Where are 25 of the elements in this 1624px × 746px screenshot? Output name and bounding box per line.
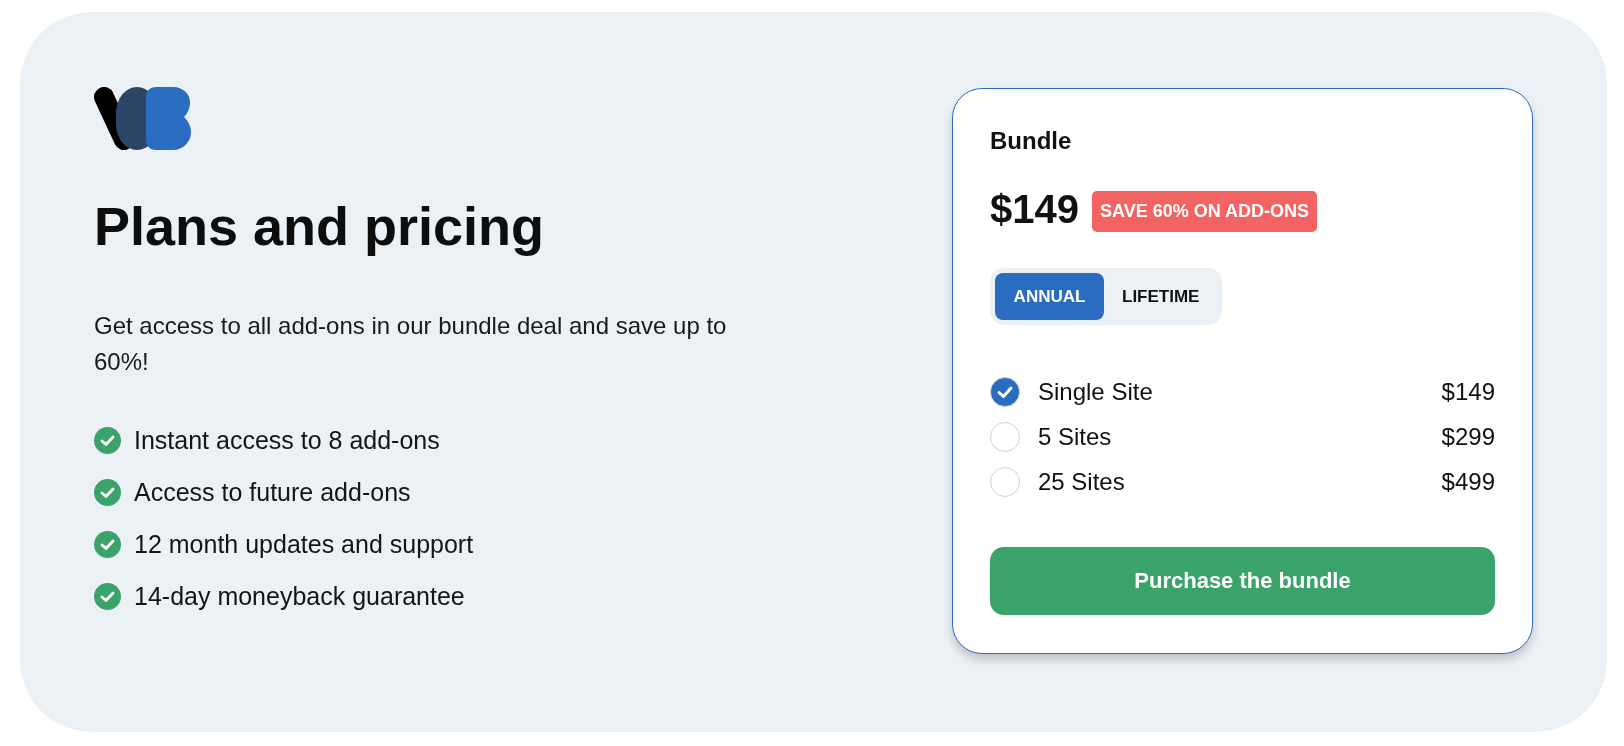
- option-price: $299: [1441, 422, 1495, 451]
- price: $149: [990, 189, 1079, 230]
- option-price: $149: [1441, 377, 1495, 406]
- feature-text: 12 month updates and support: [134, 529, 474, 559]
- feature-text: 14-day moneyback guarantee: [134, 581, 465, 611]
- option-label: 25 Sites: [1038, 467, 1126, 496]
- check-icon: [94, 530, 121, 558]
- billing-tab[interactable]: LIFETIME: [1104, 273, 1218, 320]
- purchase-button[interactable]: Purchase the bundle: [990, 547, 1495, 615]
- option-label: Single Site: [1038, 377, 1154, 406]
- check-icon: [94, 426, 121, 454]
- option-price: $499: [1441, 467, 1495, 496]
- radio-button[interactable]: [990, 376, 1020, 407]
- description: Get access to all add-ons in our bundle deal and save up to 60%!: [94, 311, 728, 377]
- feature-text: Access to future add-ons: [134, 477, 411, 507]
- billing-tab[interactable]: ANNUAL: [995, 273, 1104, 320]
- check-icon: [94, 582, 121, 610]
- check-icon: [94, 478, 121, 506]
- feature-text: Instant access to 8 add-ons: [134, 425, 440, 455]
- page-title: Plans and pricing: [94, 195, 546, 258]
- discount-badge: SAVE 60% ON ADD-ONS: [1092, 191, 1318, 232]
- card-title: Bundle: [990, 126, 1073, 156]
- radio-button[interactable]: [990, 466, 1020, 497]
- radio-button[interactable]: [990, 421, 1020, 452]
- option-label: 5 Sites: [1038, 422, 1113, 451]
